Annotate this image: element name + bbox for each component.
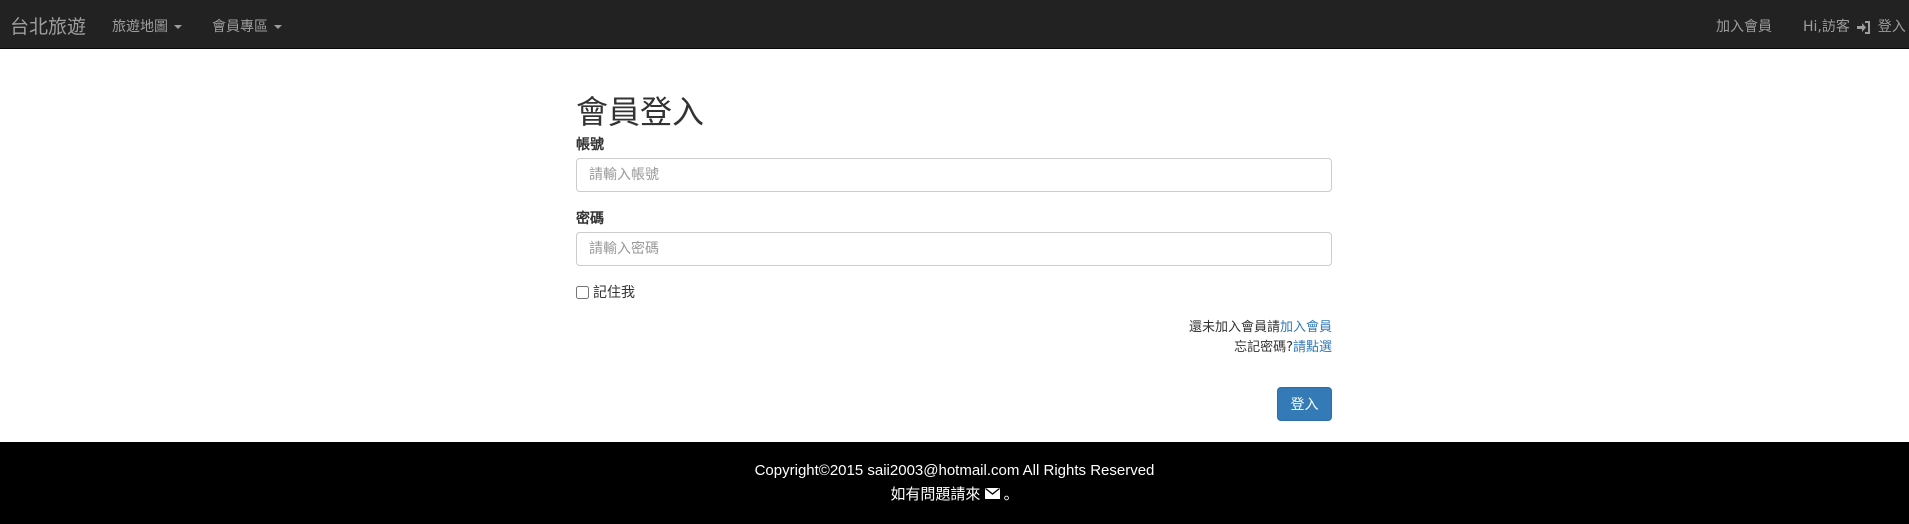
copyright-text: Copyright©2015 saii2003@hotmail.com All … xyxy=(754,462,1155,479)
password-label: 密碼 xyxy=(576,211,604,227)
account-label: 帳號 xyxy=(576,137,604,153)
password-input[interactable] xyxy=(576,232,1332,266)
remember-checkbox[interactable] xyxy=(576,285,589,299)
forgot-line: 忘記密碼?請點選 xyxy=(1234,338,1332,358)
register-line: 還未加入會員請加入會員 xyxy=(1189,318,1332,338)
nav-join-link[interactable]: 加入會員 xyxy=(1716,16,1772,36)
login-text: 登入 xyxy=(1877,19,1906,35)
greeting-text: Hi,訪客 xyxy=(1803,19,1850,35)
page-title: 會員登入 xyxy=(576,93,705,131)
forgot-prompt: 忘記密碼? xyxy=(1234,340,1293,355)
menu-member-area-label: 會員專區 xyxy=(212,19,268,35)
footer: Copyright©2015 saii2003@hotmail.com All … xyxy=(0,442,1909,524)
contact-suffix: 。 xyxy=(1003,486,1019,503)
remember-me[interactable]: 記住我 xyxy=(576,282,635,302)
brand-logo[interactable]: 台北旅遊 xyxy=(10,12,86,39)
envelope-icon[interactable] xyxy=(984,487,1000,499)
register-prompt: 還未加入會員請 xyxy=(1188,320,1280,335)
forgot-password-link[interactable]: 請點選 xyxy=(1293,340,1332,355)
contact-line: 如有問題請來 。 xyxy=(0,483,1909,504)
caret-down-icon xyxy=(274,25,282,29)
menu-travel-map[interactable]: 旅遊地圖 xyxy=(112,16,182,36)
account-input[interactable] xyxy=(576,158,1332,192)
contact-prefix: 如有問題請來 xyxy=(890,486,981,503)
caret-down-icon xyxy=(174,25,182,29)
login-icon xyxy=(1857,20,1871,34)
remember-label: 記住我 xyxy=(593,285,635,301)
menu-member-area[interactable]: 會員專區 xyxy=(212,16,282,36)
login-submit-button[interactable]: 登入 xyxy=(1277,387,1332,421)
menu-travel-map-label: 旅遊地圖 xyxy=(112,19,168,35)
nav-user-login[interactable]: Hi,訪客 登入 xyxy=(1803,16,1906,36)
register-link[interactable]: 加入會員 xyxy=(1280,320,1332,335)
top-navbar: 台北旅遊 旅遊地圖 會員專區 加入會員 Hi,訪客 登入 xyxy=(0,0,1909,49)
